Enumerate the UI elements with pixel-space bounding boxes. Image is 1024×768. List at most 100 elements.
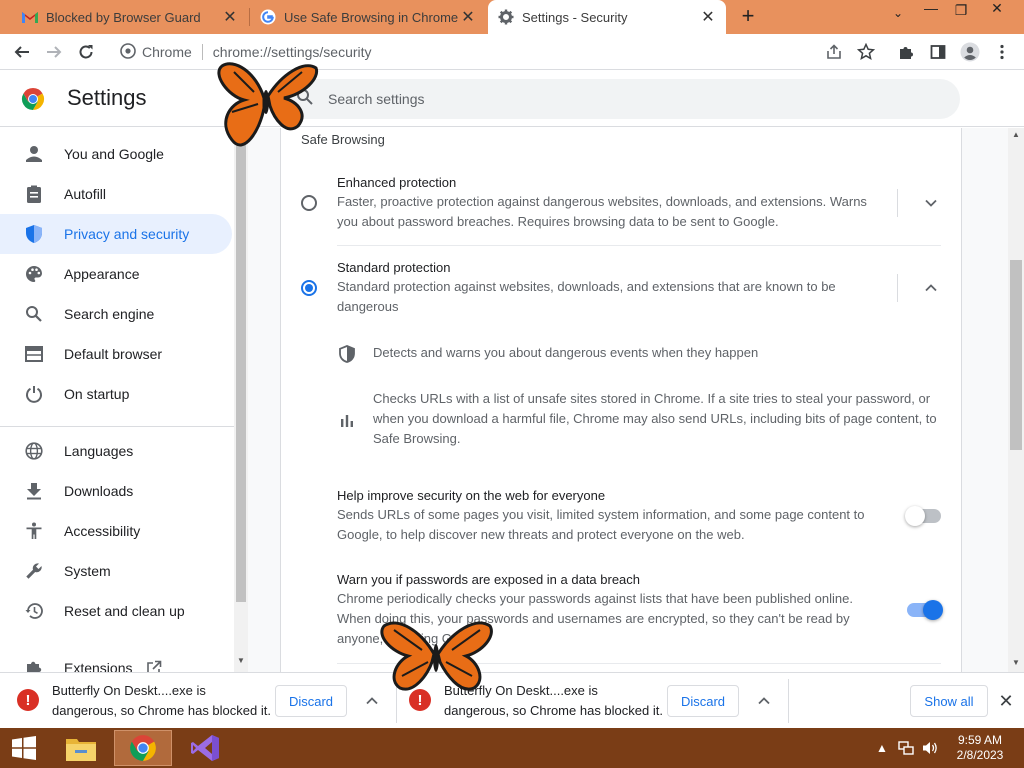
- sidebar-item-default-browser[interactable]: Default browser: [0, 334, 232, 374]
- chevron-down-icon[interactable]: [921, 193, 941, 213]
- palette-icon: [22, 262, 46, 286]
- chevron-up-icon[interactable]: [921, 278, 941, 298]
- gear-icon: [498, 9, 514, 25]
- download-warning-text: Butterfly On Deskt....exe is dangerous, …: [52, 681, 280, 721]
- chrome-icon[interactable]: [114, 730, 172, 766]
- browser-window-icon: [22, 342, 46, 366]
- sidebar-item-label: You and Google: [64, 146, 164, 162]
- shield-icon: [337, 344, 357, 364]
- help-improve-toggle[interactable]: [905, 506, 941, 526]
- detail-checks-urls: Checks URLs with a list of unsafe sites …: [373, 391, 937, 446]
- download-divider: [788, 679, 789, 723]
- back-arrow-icon[interactable]: [10, 40, 34, 64]
- scroll-up-arrow-icon[interactable]: ▲: [1008, 130, 1024, 142]
- show-all-button[interactable]: Show all: [910, 685, 988, 717]
- sidebar-item-you-and-google[interactable]: You and Google: [0, 134, 232, 174]
- sidebar-item-privacy-and-security[interactable]: Privacy and security: [0, 214, 232, 254]
- sidebar-item-on-startup[interactable]: On startup: [0, 374, 232, 414]
- scroll-down-arrow-icon[interactable]: ▼: [1008, 658, 1024, 670]
- profile-avatar-icon[interactable]: [958, 40, 982, 64]
- password-breach-title: Warn you if passwords are exposed in a d…: [337, 572, 641, 587]
- tab-title: Blocked by Browser Guard: [46, 9, 201, 25]
- warning-icon: !: [17, 689, 39, 711]
- tab-blocked-by-browser-guard[interactable]: Blocked by Browser Guard ✕: [12, 0, 248, 34]
- sidebar-item-extensions[interactable]: Extensions: [0, 648, 232, 672]
- butterfly-icon: [217, 62, 319, 147]
- globe-icon: [22, 439, 46, 463]
- network-icon[interactable]: [898, 740, 914, 756]
- bar-chart-icon: [337, 410, 357, 430]
- settings-search-input[interactable]: [328, 91, 928, 107]
- clipboard-icon: [22, 182, 46, 206]
- more-menu-icon[interactable]: [990, 40, 1014, 64]
- sidebar-item-appearance[interactable]: Appearance: [0, 254, 232, 294]
- windows-start-icon[interactable]: [0, 730, 48, 766]
- help-improve-description: Sends URLs of some pages you visit, limi…: [337, 507, 865, 542]
- close-tab-icon[interactable]: ✕: [222, 7, 238, 27]
- close-tab-icon[interactable]: ✕: [700, 7, 716, 27]
- download-text-line1: Butterfly On Deskt....exe is: [52, 683, 206, 698]
- enhanced-protection-title: Enhanced protection: [337, 175, 457, 190]
- sidebar-item-system[interactable]: System: [0, 551, 232, 591]
- discard-button[interactable]: Discard: [667, 685, 739, 717]
- history-icon: [22, 599, 46, 623]
- main-scrollbar-thumb[interactable]: [1010, 260, 1022, 450]
- sidebar-item-label: Extensions: [64, 660, 133, 672]
- sidebar-item-downloads[interactable]: Downloads: [0, 471, 232, 511]
- share-icon[interactable]: [822, 40, 846, 64]
- forward-arrow-icon[interactable]: [42, 40, 66, 64]
- discard-button[interactable]: Discard: [275, 685, 347, 717]
- sidebar-scrollbar-thumb[interactable]: [236, 142, 246, 602]
- extensions-puzzle-icon[interactable]: [894, 40, 918, 64]
- tab-title: Use Safe Browsing in Chrome - C: [284, 9, 460, 25]
- sidebar-item-label: Appearance: [64, 266, 140, 282]
- sidebar-item-label: System: [64, 563, 111, 579]
- sidebar-item-autofill[interactable]: Autofill: [0, 174, 232, 214]
- chrome-page-icon: [120, 42, 136, 62]
- sidebar-item-languages[interactable]: Languages: [0, 431, 232, 471]
- tab-search-chevron-icon[interactable]: ⌄: [888, 6, 908, 20]
- taskbar-clock[interactable]: 9:59 AM 2/8/2023: [944, 733, 1016, 763]
- new-tab-button[interactable]: +: [736, 4, 760, 30]
- download-icon: [22, 479, 46, 503]
- settings-search-box[interactable]: [282, 79, 960, 119]
- tab-settings-security[interactable]: Settings - Security ✕: [488, 0, 726, 34]
- file-explorer-icon[interactable]: [52, 730, 110, 766]
- radio-enhanced-protection[interactable]: [301, 195, 317, 211]
- minimize-icon[interactable]: —: [916, 0, 946, 22]
- tray-chevron-up-icon[interactable]: ▲: [874, 740, 890, 756]
- visual-studio-icon[interactable]: [176, 730, 234, 766]
- password-breach-toggle[interactable]: [907, 600, 943, 620]
- download-item[interactable]: ! Butterfly On Deskt....exe is dangerous…: [0, 673, 392, 729]
- sidebar-item-label: Default browser: [64, 346, 163, 362]
- shield-icon: [22, 222, 46, 246]
- sidebar-item-reset-and-clean-up[interactable]: Reset and clean up: [0, 591, 232, 631]
- radio-standard-protection[interactable]: [301, 280, 317, 296]
- window-close-icon[interactable]: ✕: [982, 0, 1012, 22]
- chevron-up-icon[interactable]: [362, 691, 382, 711]
- toggle-knob: [923, 600, 943, 620]
- browser-toolbar: Chrome chrome://settings/security: [0, 34, 1024, 70]
- close-tab-icon[interactable]: ✕: [460, 7, 476, 27]
- download-shelf: ! Butterfly On Deskt....exe is dangerous…: [0, 672, 1024, 728]
- sidebar-item-accessibility[interactable]: Accessibility: [0, 511, 232, 551]
- standard-protection-description: Standard protection against websites, do…: [337, 279, 836, 314]
- sidebar-item-search-engine[interactable]: Search engine: [0, 294, 232, 334]
- search-icon: [22, 302, 46, 326]
- bookmark-star-icon[interactable]: [854, 40, 878, 64]
- close-shelf-icon[interactable]: ✕: [996, 691, 1016, 711]
- restore-icon[interactable]: ❐: [946, 2, 976, 24]
- tab-title: Settings - Security: [522, 9, 628, 25]
- side-panel-icon[interactable]: [926, 40, 950, 64]
- tab-strip: Blocked by Browser Guard ✕ Use Safe Brow…: [0, 0, 1024, 34]
- scroll-down-arrow-icon[interactable]: ▼: [234, 656, 248, 668]
- volume-icon[interactable]: [922, 740, 938, 756]
- chevron-up-icon[interactable]: [754, 691, 774, 711]
- tab-safe-browsing-help[interactable]: Use Safe Browsing in Chrome - C ✕: [250, 0, 486, 34]
- reload-icon[interactable]: [74, 40, 98, 64]
- google-icon: [260, 9, 276, 25]
- warning-icon: !: [409, 689, 431, 711]
- vertical-divider: [897, 189, 898, 217]
- option-divider: [337, 245, 941, 246]
- settings-page-title: Settings: [67, 85, 147, 110]
